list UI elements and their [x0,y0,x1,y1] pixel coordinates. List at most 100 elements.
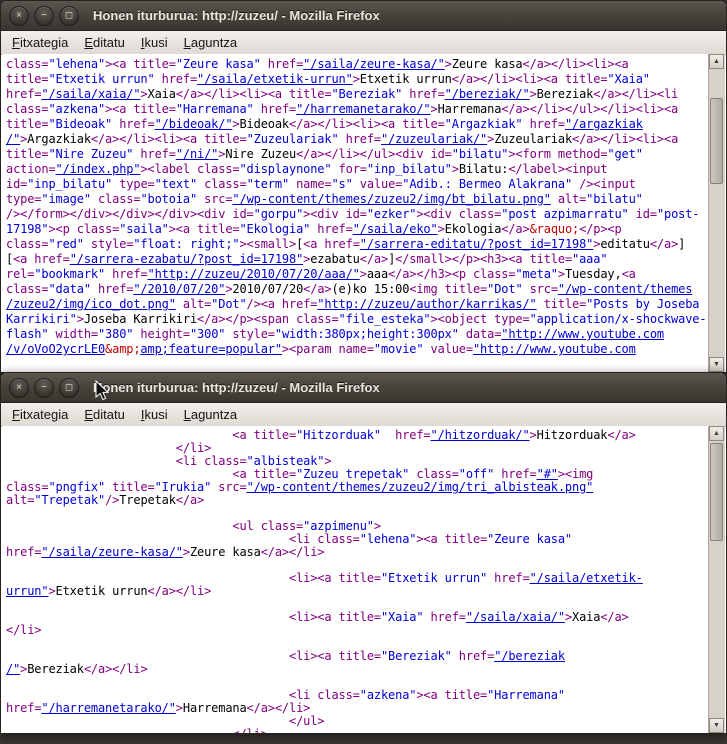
source-link[interactable]: "/bereziak [494,649,565,663]
source-link[interactable]: "/saila/zeure-kasa/" [41,545,183,559]
vertical-scrollbar[interactable]: ▲ ▼ [708,426,725,733]
source-link[interactable]: "http://zuzeu/2010/07/20/aaa/" [148,267,360,281]
source-token: <a title= [232,428,296,442]
source-token: > [360,267,367,281]
source-token: class= [6,237,48,251]
source-link[interactable]: "/wp-content/themes [558,282,692,296]
minimize-button[interactable]: − [34,378,54,398]
source-view: class="lehena"><a title="Zeure kasa" hre… [2,54,708,372]
source-line: title="Bideoak" href="/bideoak/">Bideoak… [6,117,708,132]
source-token: ><form method= [508,147,607,161]
source-token: "movie" [374,342,424,356]
source-link[interactable]: /" [6,132,20,146]
source-token: ><div id= [303,207,367,221]
source-link[interactable]: "/harremanetarako/" [296,102,430,116]
source-token: href= [423,610,465,624]
close-button[interactable]: × [9,378,29,398]
source-link[interactable]: amp;feature=popular" [140,342,282,356]
source-link[interactable]: urrun" [6,584,48,598]
source-link[interactable]: "/bereziak/" [445,87,530,101]
source-link[interactable]: "/index.php" [56,162,141,176]
source-token: src= [211,480,246,494]
source-token: Zuzeulariak [494,132,572,146]
source-token: Argazkiak [27,132,91,146]
source-link[interactable]: /" [6,662,20,676]
source-link[interactable]: "/argazkiak [565,117,643,131]
source-link[interactable]: "/saila/eko" [353,222,438,236]
scrollbar-thumb[interactable] [710,98,723,184]
source-link[interactable]: "/wp-content/themes/zuzeu2/img/bt_bilatu… [232,192,550,206]
source-link[interactable]: /zuzeu2/img/ico_dot.png" [6,297,176,311]
menu-item-fitxategia[interactable]: Fitxategia [4,32,76,53]
source-link[interactable]: "/saila/xaia/" [466,610,565,624]
scroll-down-icon[interactable]: ▼ [709,357,724,372]
close-button[interactable]: × [9,6,29,26]
source-token: Karrikiri" [6,312,77,326]
source-link[interactable]: "/saila/etxetik- [530,571,643,585]
source-token: "Harremana" [176,102,254,116]
source-token: ] [678,237,685,251]
source-link[interactable]: "/saila/zeure-kasa/" [303,57,445,71]
source-link[interactable]: "/wp-content/themes/zuzeu2/img/tri_albis… [247,480,594,494]
scrollbar-thumb[interactable] [710,443,723,541]
scroll-down-icon[interactable]: ▼ [709,718,724,733]
menu-item-laguntza[interactable]: Laguntza [176,404,246,425]
scroll-up-icon[interactable]: ▲ [709,426,724,441]
source-link[interactable]: "/2010/07/20" [133,282,225,296]
source-link[interactable]: "http://www.youtube.com [473,342,636,356]
source-link[interactable]: "/sarrera-editatu/?post_id=17198" [360,237,593,251]
source-token: &amp; [105,342,140,356]
source-link[interactable]: "/ni/" [176,147,218,161]
source-token: "text" [155,177,197,191]
source-token: "float: right;" [133,237,239,251]
scroll-up-icon[interactable]: ▲ [709,54,724,69]
source-token: ><a title= [416,532,487,546]
source-link[interactable]: "/saila/etxetik-urrun" [197,72,353,86]
menu-item-ikusi[interactable]: Ikusi [133,32,176,53]
maximize-button[interactable]: ◻ [59,6,79,26]
source-link[interactable]: "/zuzeulariak/" [381,132,487,146]
source-link[interactable]: "http://www.youtube.com [501,327,664,341]
menu-item-fitxategia[interactable]: Fitxategia [4,404,76,425]
source-link[interactable]: "#" [537,467,558,481]
source-token: href= [6,545,41,559]
vertical-scrollbar[interactable]: ▲ ▼ [708,54,725,372]
source-link[interactable]: "http://zuzeu/author/karrikas/" [317,297,536,311]
source-line: type="image" class="botoia" src="/wp-con… [6,192,708,207]
source-token: <ul class= [232,519,303,533]
source-line: href="/saila/zeure-kasa/">Zeure kasa</a>… [6,546,708,559]
source-token: "bilatu" [586,192,643,206]
maximize-button[interactable]: ◻ [59,378,79,398]
titlebar[interactable]: × − ◻ Honen iturburua: http://zuzeu/ - M… [1,373,726,403]
titlebar[interactable]: × − ◻ Honen iturburua: http://zuzeu/ - M… [1,1,726,31]
source-token: Harremana [183,701,247,715]
source-token: type= [6,192,41,206]
source-link[interactable]: "/saila/xaia/" [41,87,140,101]
source-line: /zuzeu2/img/ico_dot.png" alt="Dot"/><a h… [6,297,708,312]
source-token: 2010/07/20 [232,282,303,296]
menu-item-editatu[interactable]: Editatu [76,32,132,53]
source-token: ><small> [239,237,296,251]
source-token: Harremana [438,102,502,116]
menu-item-editatu[interactable]: Editatu [76,404,132,425]
source-token: "Xaia" [607,72,649,86]
source-line: /">Bereziak</a></li> [6,663,708,676]
menu-item-ikusi[interactable]: Ikusi [133,404,176,425]
source-token: "albisteak" [247,454,325,468]
source-token: Ekologia [445,222,502,236]
source-token: <li><a title= [289,649,381,663]
menu-item-laguntza[interactable]: Laguntza [176,32,246,53]
source-token: href= [402,87,444,101]
source-token: "Posts by Joseba [586,297,699,311]
source-link[interactable]: /v/oVoO2ycrLE0 [6,342,105,356]
minimize-button[interactable]: − [34,6,54,26]
source-link[interactable]: "/sarrera-ezabatu/?post_id=17198" [70,252,303,266]
source-link[interactable]: "/harremanetarako/" [41,701,175,715]
source-token: title= [537,297,587,311]
source-link[interactable]: "/bideoak/" [155,117,233,131]
source-token: "s" [331,177,352,191]
source-link[interactable]: "/hitzorduak/" [431,428,530,442]
source-token: > [452,162,459,176]
content-area: <a title="Hitzorduak" href="/hitzorduak/… [2,426,725,733]
source-token: style= [225,327,275,341]
